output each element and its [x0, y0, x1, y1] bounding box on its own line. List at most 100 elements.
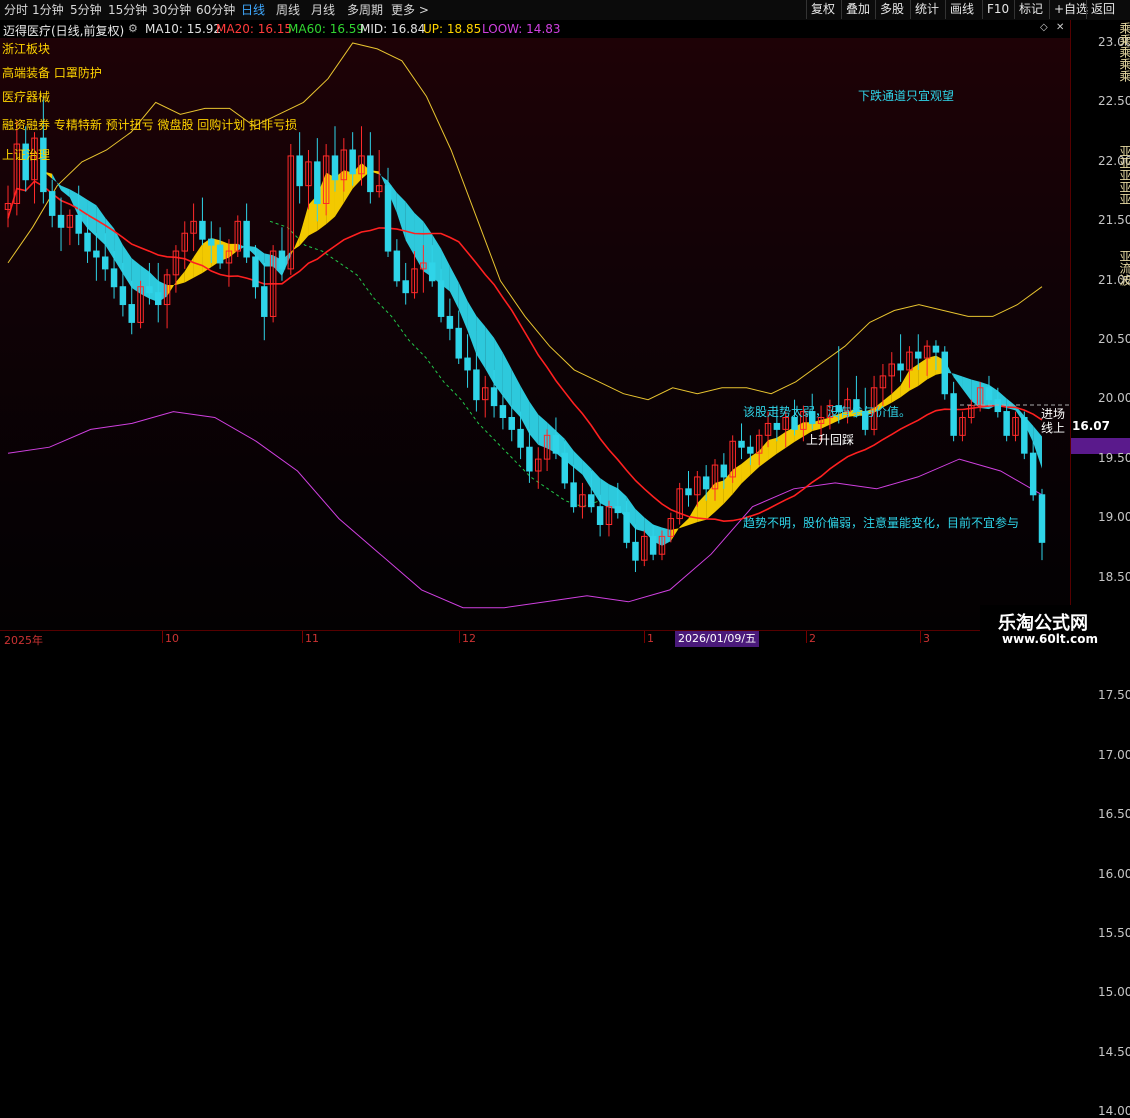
draw-line-button[interactable]: 画线 — [945, 0, 978, 19]
candle-body — [561, 452, 569, 484]
period-tab-5min[interactable]: 5分钟 — [70, 2, 102, 18]
period-tab-15min[interactable]: 15分钟 — [108, 2, 147, 18]
annotation-pullback: 上升回踩 — [806, 433, 855, 447]
ma-ribbon-segment — [264, 253, 274, 267]
ma-ribbon-segment — [52, 173, 62, 191]
ma-ribbon-segment — [776, 431, 786, 454]
candle-body — [596, 506, 604, 525]
kline-chart[interactable]: 浙江板块 高端装备 口罩防护 医疗器械 融资融券 专精特新 预计扭亏 微盘股 回… — [0, 38, 1070, 630]
period-tab-weekly[interactable]: 周线 — [276, 2, 300, 18]
candle-body — [110, 268, 118, 288]
ma-ribbon-segment — [511, 369, 521, 418]
candle-body — [199, 220, 206, 240]
ma-ribbon-segment — [467, 300, 477, 355]
up-value: UP: 18.85 — [423, 22, 482, 36]
price-tick: 14.00 — [1098, 1104, 1130, 1118]
period-tab-monthly[interactable]: 月线 — [311, 2, 335, 18]
ma-ribbon-segment — [962, 376, 972, 401]
price-tick: 20.00 — [1098, 391, 1130, 406]
ma-ribbon-segment — [635, 509, 645, 532]
fuquan-button[interactable]: 复权 — [806, 0, 839, 19]
ma-ribbon-segment — [1006, 398, 1016, 411]
candle-body — [216, 244, 224, 264]
candle-body — [278, 250, 286, 270]
price-tick: 22.50 — [1098, 94, 1130, 109]
ma-ribbon-segment — [900, 369, 910, 398]
ma-ribbon-segment — [122, 245, 132, 288]
period-tab-daily[interactable]: 日线 — [241, 2, 265, 18]
candle-body — [464, 357, 471, 371]
price-tick: 19.00 — [1098, 510, 1130, 525]
price-tick: 14.50 — [1098, 1044, 1130, 1059]
multi-stock-button[interactable]: 多股 — [875, 0, 908, 19]
period-tab-fenshi[interactable]: 分时 — [4, 2, 28, 18]
ma-ribbon-segment — [175, 271, 185, 285]
price-tick: 17.00 — [1098, 747, 1130, 762]
settings-icon[interactable]: ⚙ — [128, 22, 138, 35]
candle-body — [437, 280, 445, 317]
back-button[interactable]: 返回 — [1086, 0, 1119, 19]
candle-body — [985, 387, 993, 401]
ma-ribbon-segment — [520, 385, 530, 435]
annotation-above-line: 线上 — [1041, 421, 1066, 435]
overlay-button[interactable]: 叠加 — [841, 0, 874, 19]
ma-ribbon-segment — [405, 201, 415, 256]
ma-ribbon-segment — [953, 373, 963, 389]
sector-label-5: 上证治理 — [2, 148, 51, 162]
period-tab-1min[interactable]: 1分钟 — [32, 2, 64, 18]
candle-body — [48, 191, 56, 216]
candle-body — [897, 363, 904, 371]
ma-ribbon-segment — [927, 355, 936, 380]
price-tick: 16.00 — [1098, 866, 1130, 881]
watermark-url: www.60lt.com — [1002, 632, 1099, 646]
ma10-value: MA10: 15.92 — [145, 22, 222, 36]
ma-ribbon-segment — [326, 172, 335, 225]
ma-ribbon-segment — [768, 437, 777, 461]
candle-body — [261, 286, 268, 317]
candle-body — [384, 185, 392, 252]
candle-body — [428, 262, 436, 282]
ma-ribbon-segment — [891, 385, 901, 403]
price-tick: 16.50 — [1098, 807, 1130, 822]
candle-body — [119, 286, 127, 306]
candle-body — [446, 315, 454, 329]
ma-ribbon-segment — [485, 326, 495, 385]
expand-icon[interactable]: ◇ — [1040, 22, 1048, 33]
ma-ribbon-segment — [140, 265, 150, 299]
ma-ribbon-segment — [343, 170, 353, 203]
candle-body — [367, 155, 374, 193]
f10-button[interactable]: F10 — [982, 0, 1013, 19]
candle-body — [508, 417, 515, 430]
indicator-bar: 迈得医疗(日线,前复权) ⚙ MA10: 15.92 MA20: 16.15 M… — [0, 20, 1070, 38]
stats-button[interactable]: 统计 — [910, 0, 943, 19]
candle-body — [402, 280, 409, 294]
ma-ribbon-segment — [299, 204, 309, 246]
period-tab-multi[interactable]: 多周期 — [347, 2, 383, 18]
current-price: 16.07 — [1072, 419, 1110, 433]
price-tick: 19.50 — [1098, 450, 1130, 465]
price-tick: 20.50 — [1098, 332, 1130, 346]
more-menu[interactable]: 更多 > — [391, 2, 429, 18]
ma-ribbon-segment — [732, 463, 742, 495]
ma60-value: MA60: 16.59 — [288, 22, 365, 36]
candle-body — [702, 476, 710, 490]
candle-body — [685, 488, 692, 496]
candle-body — [154, 292, 162, 306]
candle-body — [84, 232, 91, 252]
ma-ribbon-segment — [688, 503, 698, 526]
ma-ribbon-segment — [290, 235, 300, 256]
ma-ribbon-segment — [715, 480, 724, 513]
period-tab-30min[interactable]: 30分钟 — [152, 2, 191, 18]
sector-label-4: 融资融券 专精特新 预计扭亏 微盘股 回购计划 扣非亏损 — [2, 118, 298, 132]
candle-body — [623, 512, 630, 543]
ma-ribbon-segment — [909, 364, 919, 391]
candle-body — [552, 434, 560, 454]
candle-body — [57, 214, 65, 228]
close-icon[interactable]: ✕ — [1056, 22, 1064, 33]
price-tick: 15.00 — [1098, 985, 1130, 1000]
ma-ribbon-segment — [573, 450, 583, 475]
ma-ribbon-segment — [131, 258, 141, 294]
period-tab-60min[interactable]: 60分钟 — [196, 2, 235, 18]
mark-button[interactable]: 标记 — [1014, 0, 1047, 19]
truncated-side-label-2: 亚亚亚亚亚 — [1118, 145, 1130, 205]
